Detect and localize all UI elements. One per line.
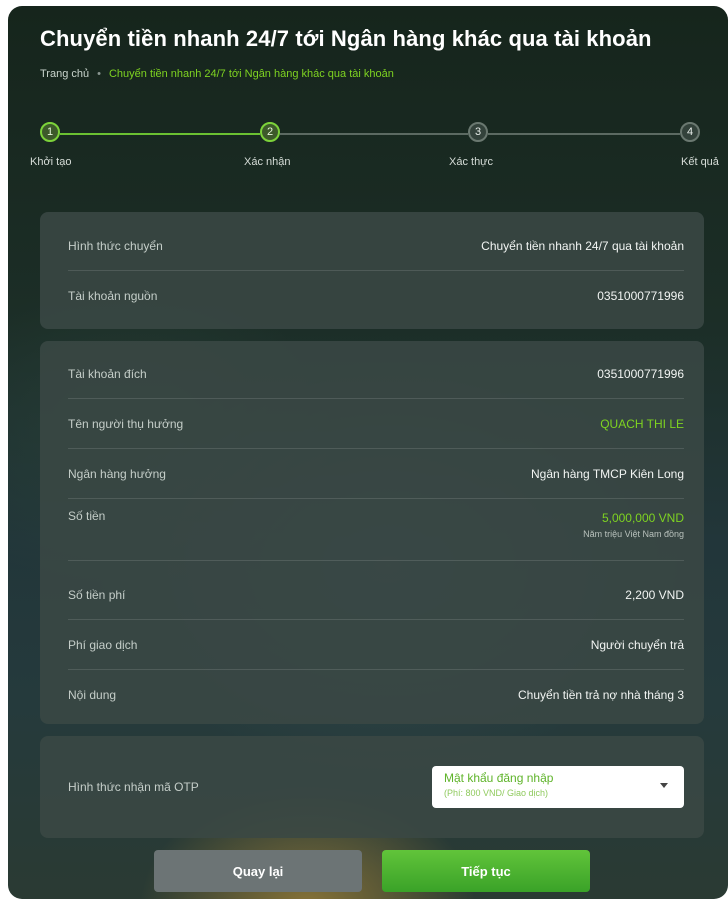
breadcrumb: Trang chủ • Chuyển tiền nhanh 24/7 tới Ngâ… — [40, 68, 394, 80]
destination-account-row: Tài khoản đích 0351000771996 — [68, 359, 684, 399]
otp-method-row: Hình thức nhận mã OTP — [68, 772, 199, 802]
step-connector-2-3 — [280, 133, 468, 135]
step-connector-1-2 — [60, 133, 260, 135]
step-2-circle: 2 — [260, 122, 280, 142]
source-account-value: 0351000771996 — [597, 289, 684, 303]
amount-row: Số tiền 5,000,000 VND Năm triệu Việt Nam… — [68, 505, 684, 561]
breadcrumb-home-link[interactable]: Trang chủ — [40, 68, 89, 80]
amount-value: 5,000,000 VND — [601, 511, 684, 525]
step-connector-3-4 — [488, 133, 680, 135]
page-title: Chuyển tiền nhanh 24/7 tới Ngân hàng khá… — [40, 26, 652, 51]
beneficiary-bank-label: Ngân hàng hưởng — [68, 467, 166, 481]
breadcrumb-current: Chuyển tiền nhanh 24/7 tới Ngân hàng khá… — [108, 68, 394, 80]
amount-in-words: Năm triệu Việt Nam đồng — [583, 529, 684, 539]
step-3-label: Xác thực — [449, 156, 494, 168]
otp-method-card: Hình thức nhận mã OTP Mật khẩu đăng nhập… — [40, 736, 704, 838]
destination-account-label: Tài khoản đích — [68, 367, 147, 381]
chevron-down-icon — [660, 783, 668, 788]
fee-payer-row: Phí giao dịch Người chuyển trả — [68, 630, 684, 670]
breadcrumb-separator: • — [97, 68, 101, 80]
otp-method-select[interactable]: Mật khẩu đăng nhập (Phí: 800 VND/ Giao d… — [432, 766, 684, 808]
continue-button[interactable]: Tiếp tục — [382, 850, 590, 892]
back-button[interactable]: Quay lại — [154, 850, 362, 892]
otp-method-selected: Mật khẩu đăng nhập — [444, 771, 554, 785]
otp-method-label: Hình thức nhận mã OTP — [68, 780, 199, 794]
fee-label: Số tiền phí — [68, 588, 126, 602]
step-4-label: Kết quả — [681, 156, 719, 168]
content-row: Nội dung Chuyển tiền trả nợ nhà tháng 3 — [68, 680, 684, 710]
transfer-method-value: Chuyển tiền nhanh 24/7 qua tài khoản — [481, 239, 684, 253]
progress-stepper: 1 2 3 4 Khởi tạo Xác nhận Xác thực Kết q… — [8, 116, 728, 176]
beneficiary-bank-row: Ngân hàng hưởng Ngân hàng TMCP Kiên Long — [68, 459, 684, 499]
amount-value-group: 5,000,000 VND Năm triệu Việt Nam đồng — [583, 511, 684, 539]
fee-payer-value: Người chuyển trả — [590, 638, 684, 652]
fee-value: 2,200 VND — [625, 588, 684, 602]
source-account-label: Tài khoản nguồn — [68, 289, 158, 303]
transfer-method-label: Hình thức chuyển — [68, 239, 163, 253]
step-2-label: Xác nhận — [244, 156, 291, 168]
fee-row: Số tiền phí 2,200 VND — [68, 580, 684, 620]
content-label: Nội dung — [68, 688, 117, 702]
step-3-circle: 3 — [468, 122, 488, 142]
source-info-card: Hình thức chuyển Chuyển tiền nhanh 24/7 … — [40, 212, 704, 329]
beneficiary-row: Tên người thụ hưởng QUACH THI LE — [68, 409, 684, 449]
step-1-circle: 1 — [40, 122, 60, 142]
beneficiary-bank-value: Ngân hàng TMCP Kiên Long — [531, 467, 684, 481]
destination-account-value: 0351000771996 — [597, 367, 684, 381]
transfer-confirmation-panel: Chuyển tiền nhanh 24/7 tới Ngân hàng khá… — [8, 6, 728, 899]
amount-label: Số tiền — [68, 509, 106, 523]
content-value: Chuyển tiền trả nợ nhà tháng 3 — [518, 688, 684, 702]
fee-payer-label: Phí giao dịch — [68, 638, 138, 652]
beneficiary-value: QUACH THI LE — [600, 417, 684, 431]
transfer-method-row: Hình thức chuyển Chuyển tiền nhanh 24/7 … — [68, 231, 684, 271]
step-4-circle: 4 — [680, 122, 700, 142]
transfer-details-card: Tài khoản đích 0351000771996 Tên người t… — [40, 341, 704, 724]
beneficiary-label: Tên người thụ hưởng — [68, 417, 184, 431]
source-account-row: Tài khoản nguồn 0351000771996 — [68, 281, 684, 311]
otp-method-fee-note: (Phí: 800 VND/ Giao dịch) — [444, 788, 549, 798]
step-1-label: Khởi tạo — [30, 156, 72, 168]
